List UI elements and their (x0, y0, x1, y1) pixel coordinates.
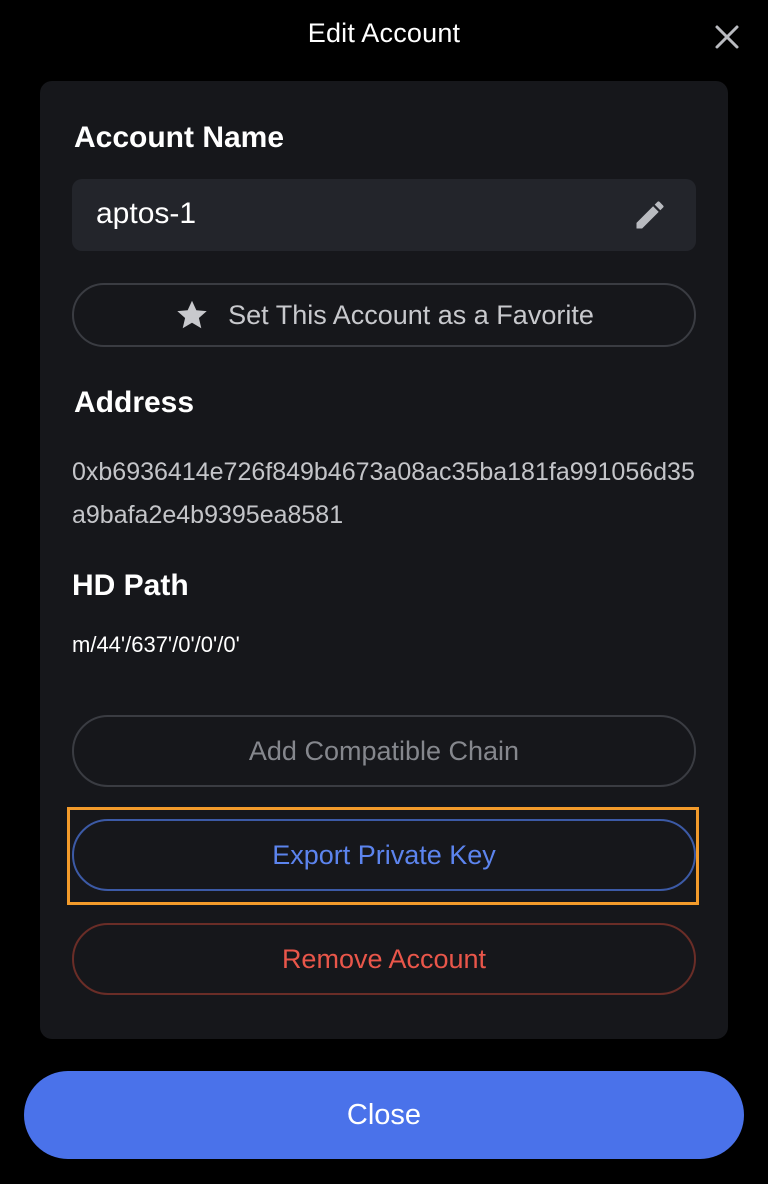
star-icon (174, 297, 210, 333)
account-card: Account Name aptos-1 Set This Account as… (40, 81, 728, 1039)
account-name-field[interactable]: aptos-1 (72, 179, 696, 251)
set-favorite-button[interactable]: Set This Account as a Favorite (72, 283, 696, 347)
export-private-key-button[interactable]: Export Private Key (72, 819, 696, 891)
hd-path-label: HD Path (72, 569, 189, 602)
account-name-value: aptos-1 (96, 197, 197, 230)
address-label: Address (74, 386, 195, 419)
page-title: Edit Account (307, 18, 461, 48)
close-icon[interactable] (710, 20, 744, 54)
remove-account-button[interactable]: Remove Account (72, 923, 696, 995)
close-button[interactable]: Close (24, 1071, 744, 1159)
remove-account-label: Remove Account (281, 943, 487, 974)
header: Edit Account (0, 0, 768, 72)
export-private-key-label: Export Private Key (272, 839, 496, 870)
close-button-label: Close (346, 1098, 422, 1131)
set-favorite-label: Set This Account as a Favorite (228, 299, 594, 330)
address-value: 0xb6936414e726f849b4673a08ac35ba181fa991… (72, 458, 695, 529)
pencil-icon[interactable] (632, 197, 668, 233)
hd-path-value: m/44'/637'/0'/0'/0' (72, 632, 240, 657)
add-compatible-chain-label: Add Compatible Chain (248, 735, 520, 766)
add-compatible-chain-button[interactable]: Add Compatible Chain (72, 715, 696, 787)
edit-account-screen: Edit Account Account Name aptos-1 Set Th… (0, 0, 768, 1184)
account-name-label: Account Name (74, 121, 285, 154)
